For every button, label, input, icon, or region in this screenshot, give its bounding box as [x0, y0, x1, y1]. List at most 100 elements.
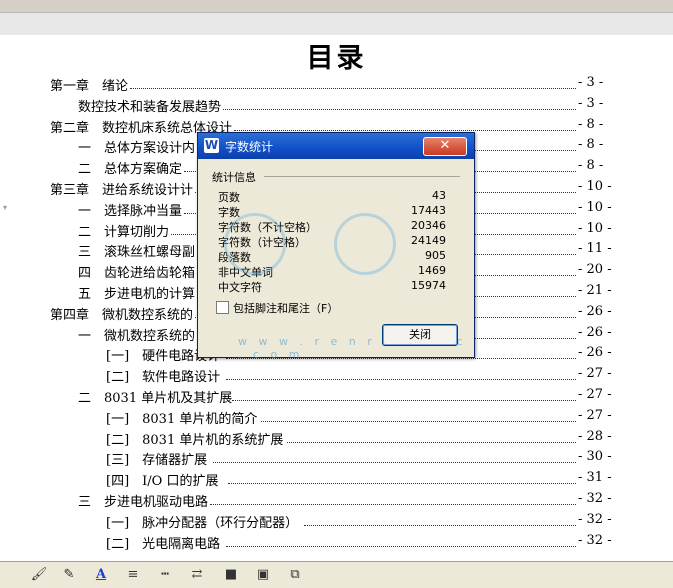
stat-value: 1469	[418, 264, 446, 277]
toc-leader-dots	[130, 74, 576, 89]
stats-group-label: 统计信息	[212, 171, 256, 184]
word-count-dialog: W 字数统计 ✕ 统计信息 页数 43 字数 17443 字符数（不计空格） 20346 字…	[197, 132, 475, 361]
ruler	[0, 12, 673, 36]
toc-entry-text: [四] I/O 口的扩展	[106, 474, 219, 490]
toc-page-number: - 26 -	[578, 345, 612, 361]
toc-entry-text: 二 计算切削力	[78, 224, 170, 240]
toc-entry-text: 五 步进电机的计算	[78, 287, 196, 302]
toc-entry[interactable]: [二] 光电隔离电路 - 32 -	[0, 532, 612, 553]
toc-page-number: - 28 -	[578, 428, 612, 444]
toc-page-number: - 10 -	[578, 179, 612, 194]
toc-page-number: - 26 -	[578, 324, 612, 340]
paint-bucket-icon[interactable]: 🖌	[28, 566, 50, 584]
stat-value: 24149	[411, 234, 446, 247]
include-footnotes-label: 包括脚注和尾注（F）	[233, 302, 339, 315]
toc-leader-dots	[287, 428, 576, 443]
toc-entry-text: 数控技术和装备发展趋势	[78, 99, 222, 115]
toc-leader-dots	[226, 365, 576, 381]
toc-entry-text: 第三章 进给系统设计计	[50, 183, 194, 198]
close-button[interactable]: ✕	[423, 137, 467, 156]
toc-entry[interactable]: [四] I/O 口的扩展 - 31 -	[0, 469, 612, 490]
shadow-icon[interactable]: ■	[220, 566, 242, 584]
toc-entry[interactable]: 二 8031 单片机及其扩展 - 27 -	[0, 386, 612, 407]
stat-row: 页数 43	[218, 189, 458, 204]
toc-entry[interactable]: [二] 软件电路设计 - 27 -	[0, 365, 612, 386]
dialog-body: 统计信息 页数 43 字数 17443 字符数（不计空格） 20346 字符数（计空格） 24…	[202, 161, 468, 361]
toc-entry[interactable]: [一] 8031 单片机的简介 - 27 -	[0, 407, 612, 428]
dialog-title-bar[interactable]: W 字数统计 ✕	[198, 133, 474, 159]
toc-entry[interactable]: [三] 存储器扩展 - 30 -	[0, 448, 612, 469]
stat-value: 15974	[411, 279, 446, 292]
toc-page-number: - 21 -	[578, 283, 612, 298]
stat-label: 页数	[218, 191, 240, 204]
toc-entry-text: 一 选择脉冲当量	[78, 203, 183, 219]
toc-page-number: - 11 -	[578, 241, 612, 257]
toc-entry-text: [二] 软件电路设计	[106, 370, 221, 386]
stat-label: 中文字符	[218, 281, 262, 294]
toc-leader-dots	[232, 386, 576, 401]
toc-page-number: - 27 -	[578, 366, 612, 382]
gutter-marker: ▾	[3, 203, 8, 212]
toc-leader-dots	[226, 532, 576, 547]
toc-entry-text: [一] 脉冲分配器（环行分配器）	[106, 515, 299, 531]
toc-entry[interactable]: 第一章 绪论 - 3 -	[0, 75, 610, 95]
group-divider	[264, 176, 460, 177]
toc-entry-text: 三 滚珠丝杠螺母副	[78, 245, 196, 261]
close-dialog-button[interactable]: 关闭	[382, 324, 458, 346]
window-top-bar	[0, 0, 673, 12]
arrow-style-icon[interactable]: ⇄	[186, 566, 208, 584]
toc-entry-text: 第一章 绪论	[50, 79, 129, 94]
toc-page-number: - 32 -	[578, 491, 612, 506]
toc-entry-text: 四 齿轮进给齿轮箱	[78, 266, 196, 282]
toc-page-number: - 3 -	[578, 75, 604, 90]
3d-style-icon[interactable]: ▣	[252, 566, 274, 584]
toc-page-number: - 10 -	[578, 220, 612, 236]
font-color-icon[interactable]: A	[90, 566, 112, 584]
toc-page-number: - 27 -	[578, 387, 612, 402]
drawing-toolbar: 🖌 ✎ A ≡ ┅ ⇄ ■ ▣ ⧉	[0, 561, 673, 588]
toc-leader-dots	[234, 116, 576, 131]
toc-entry-text: 三 步进电机驱动电路	[78, 495, 209, 510]
select-objects-icon[interactable]: ⧉	[284, 566, 306, 584]
toc-page-number: - 32 -	[578, 511, 612, 527]
toc-entry-text: [二] 光电隔离电路	[106, 536, 221, 552]
toc-page-number: - 27 -	[578, 407, 612, 423]
toc-page-number: - 20 -	[578, 262, 612, 278]
toc-page-number: - 8 -	[578, 116, 604, 132]
toc-entry[interactable]: [一] 脉冲分配器（环行分配器） - 32 -	[0, 511, 612, 532]
stat-value: 20346	[411, 219, 446, 232]
toc-page-number: - 8 -	[578, 158, 604, 174]
dash-style-icon[interactable]: ┅	[154, 566, 176, 584]
toc-page-number: - 3 -	[578, 95, 604, 111]
toc-page-number: - 30 -	[578, 449, 612, 465]
toc-entry-text: 二 8031 单片机及其扩展	[78, 391, 233, 406]
toc-leader-dots	[210, 490, 576, 505]
toc-leader-dots	[213, 448, 576, 464]
stat-row: 中文字符 15974	[218, 279, 458, 294]
document-title: 目录	[306, 43, 367, 74]
toc-leader-dots	[261, 407, 576, 422]
pencil-icon[interactable]: ✎	[58, 566, 80, 584]
toc-leader-dots	[228, 469, 576, 485]
toc-entry[interactable]: [二] 8031 单片机的系统扩展 - 28 -	[0, 428, 612, 449]
toc-page-number: - 26 -	[578, 303, 612, 319]
toc-entry-text: [一] 8031 单片机的简介	[106, 411, 258, 427]
watermark-circle	[224, 213, 286, 275]
toc-entry-text: 一 微机数控系统的	[78, 328, 196, 344]
toc-page-number: - 32 -	[578, 532, 612, 548]
toc-entry-text: 一 总体方案设计内	[78, 141, 196, 157]
toc-leader-dots	[223, 95, 576, 110]
toc-entry-text: 二 总体方案确定	[78, 162, 183, 178]
watermark-circle	[334, 213, 396, 275]
include-footnotes-checkbox[interactable]	[216, 301, 229, 314]
stat-value: 905	[425, 249, 446, 262]
wps-logo-icon: W	[204, 138, 219, 153]
toc-entry-text: [三] 存储器扩展	[106, 453, 208, 469]
toc-entry[interactable]: 三 步进电机驱动电路 - 32 -	[0, 490, 612, 511]
toc-entry-text: 第四章 微机数控系统的	[50, 307, 194, 323]
toc-entry[interactable]: 数控技术和装备发展趋势 - 3 -	[0, 96, 610, 116]
toc-page-number: - 31 -	[578, 470, 612, 486]
dialog-title: 字数统计	[225, 140, 274, 154]
stat-value: 43	[432, 189, 446, 202]
line-style-icon[interactable]: ≡	[122, 566, 144, 584]
